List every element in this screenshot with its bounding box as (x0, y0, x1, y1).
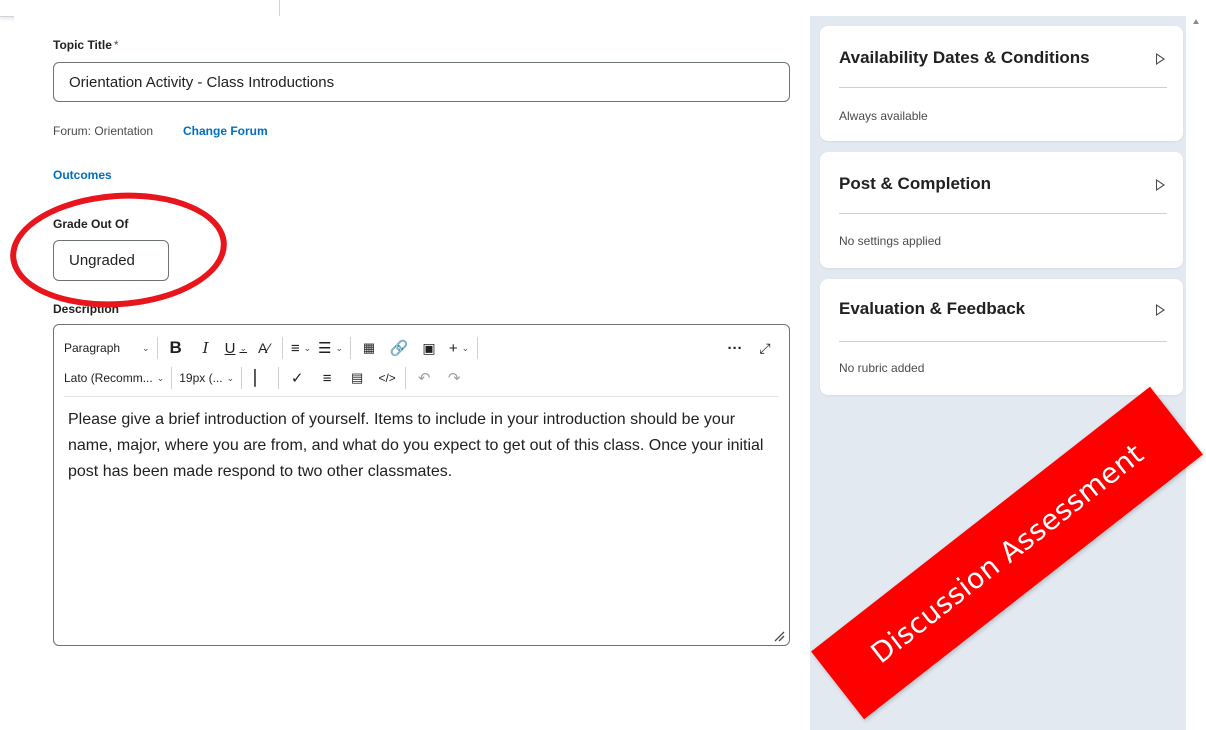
redo-icon[interactable]: ↷ (443, 366, 465, 390)
font-size-select[interactable]: 19px (... ⌄ (179, 366, 234, 390)
editor-toolbar-row-1: Paragraph ⌄ B I U ⌄ A⁄ ≡ ⌄ ☰ ⌄ ▦ 🔗 ▣ + ⌄ (64, 336, 485, 360)
scroll-up-arrow-icon[interactable] (1193, 19, 1199, 24)
topic-title-value: Orientation Activity - Class Introductio… (69, 73, 335, 91)
post-completion-card-title: Post & Completion (839, 174, 992, 193)
format-painter-icon[interactable]: ▏ (249, 366, 271, 390)
source-code-icon[interactable]: </> (376, 366, 398, 390)
evaluation-feedback-card-title: Evaluation & Feedback (839, 299, 1026, 318)
editor-toolbar-row-2: Lato (Recomm... ⌄ 19px (... ⌄ ▏ ✓ ≡ ▤ </> … (64, 366, 465, 390)
availability-card-title: Availability Dates & Conditions (839, 48, 1090, 67)
toolbar-divider (64, 396, 779, 397)
topic-title-label: Topic Title * (53, 38, 119, 52)
evaluation-feedback-card-summary: No rubric added (839, 361, 925, 375)
availability-card-summary: Always available (839, 109, 928, 123)
expand-triangle-icon[interactable] (1156, 179, 1165, 191)
preview-icon[interactable]: ▤ (346, 366, 368, 390)
word-count-icon[interactable]: ≡ (316, 366, 338, 390)
description-editor[interactable]: Paragraph ⌄ B I U ⌄ A⁄ ≡ ⌄ ☰ ⌄ ▦ 🔗 ▣ + ⌄ ··· … (53, 324, 790, 646)
grade-out-of-input[interactable]: Ungraded (53, 240, 169, 281)
text-style-icon[interactable]: A⁄ (253, 336, 275, 360)
change-forum-link[interactable]: Change Forum (183, 124, 268, 138)
underline-icon[interactable]: U ⌄ (225, 336, 247, 360)
outcomes-link[interactable]: Outcomes (53, 168, 112, 182)
grade-value: Ungraded (69, 252, 135, 269)
expand-triangle-icon[interactable] (1156, 53, 1165, 65)
accessibility-check-icon[interactable]: ✓ (286, 366, 308, 390)
topic-title-input[interactable]: Orientation Activity - Class Introductio… (53, 62, 790, 102)
forum-name-text: Forum: Orientation (53, 124, 154, 138)
top-frame-bar (0, 0, 1206, 17)
post-completion-card[interactable]: Post & Completion No settings applied (820, 152, 1183, 268)
insert-stuff-icon[interactable]: ▦ (358, 336, 380, 360)
add-icon[interactable]: + ⌄ (448, 336, 470, 360)
expand-triangle-icon[interactable] (1156, 304, 1165, 316)
description-label: Description (53, 302, 120, 316)
description-body-text[interactable]: Please give a brief introduction of your… (68, 407, 768, 485)
grade-out-of-label: Grade Out Of (53, 217, 129, 231)
editor-toolbar-right: ··· ⤢ (724, 336, 776, 360)
evaluation-feedback-card[interactable]: Evaluation & Feedback No rubric added (820, 279, 1183, 395)
link-icon[interactable]: 🔗 (388, 336, 410, 360)
italic-icon[interactable]: I (195, 336, 217, 360)
align-icon[interactable]: ≡ ⌄ (290, 336, 312, 360)
post-completion-card-summary: No settings applied (839, 234, 942, 248)
block-format-select[interactable]: Paragraph ⌄ (64, 336, 150, 360)
font-family-select[interactable]: Lato (Recomm... ⌄ (64, 366, 164, 390)
fullscreen-icon[interactable]: ⤢ (754, 336, 776, 360)
undo-icon[interactable]: ↶ (413, 366, 435, 390)
more-actions-icon[interactable]: ··· (724, 336, 746, 360)
image-icon[interactable]: ▣ (418, 336, 440, 360)
list-icon[interactable]: ☰ ⌄ (318, 336, 343, 360)
resize-grip-icon[interactable] (773, 630, 785, 642)
scrollbar[interactable] (1186, 16, 1206, 730)
availability-card[interactable]: Availability Dates & Conditions Always a… (820, 26, 1183, 141)
bold-icon[interactable]: B (165, 336, 187, 360)
